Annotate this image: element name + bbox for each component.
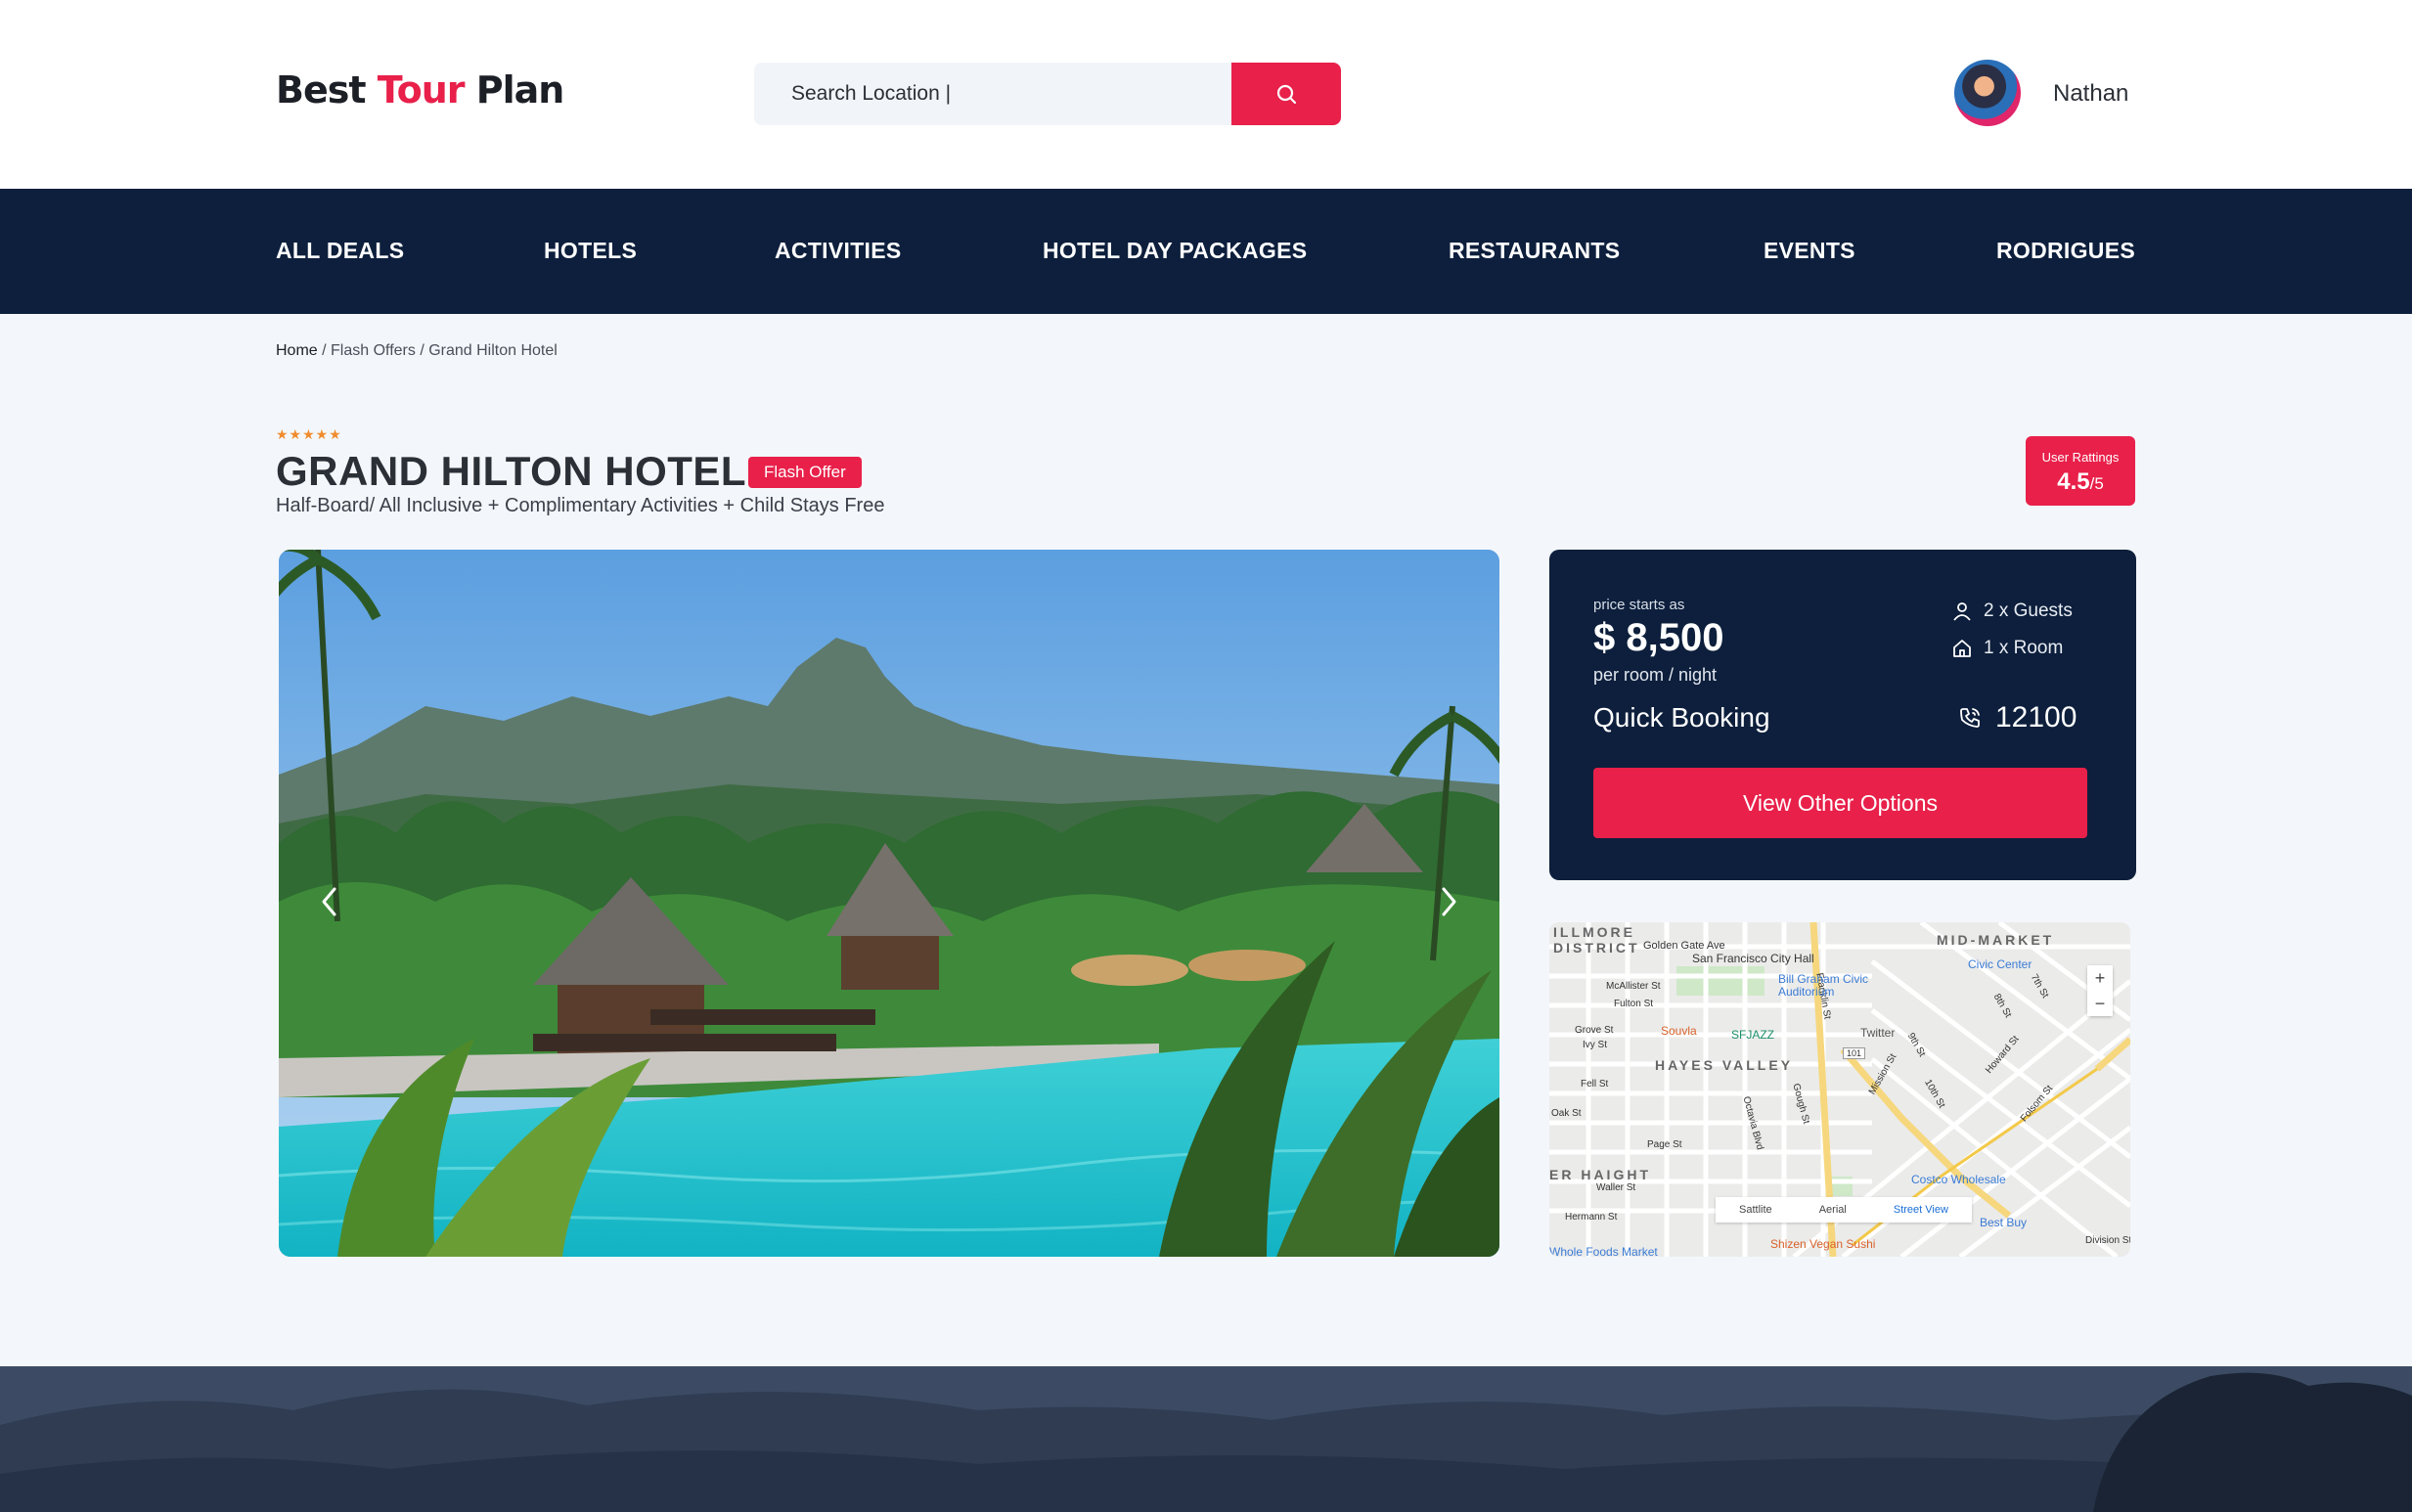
chevron-left-icon — [322, 887, 336, 916]
map-view-aerial[interactable]: Aerial — [1819, 1204, 1847, 1216]
user-icon — [1953, 602, 1971, 621]
map-view-street[interactable]: Street View — [1894, 1204, 1948, 1216]
user-rating-badge: User Rattings 4.5/5 — [2026, 436, 2135, 506]
map-area-label: DISTRICT — [1553, 940, 1640, 956]
logo-text-2: Plan — [464, 68, 565, 111]
breadcrumb-trail: / Flash Offers / Grand Hilton Hotel — [317, 342, 558, 359]
nav-item-events[interactable]: EVENTS — [1764, 238, 1855, 264]
logo-text-1: Best — [276, 68, 378, 111]
map-street-label: Division St — [2085, 1235, 2130, 1246]
map-poi-label[interactable]: Souvla — [1661, 1024, 1697, 1038]
page-title: GRAND HILTON HOTEL — [276, 448, 747, 494]
rating-label: User Rattings — [2041, 450, 2120, 465]
search-icon — [1276, 84, 1297, 105]
home-icon — [1953, 640, 1971, 657]
zoom-out-button[interactable]: − — [2087, 991, 2113, 1016]
map-poi-label[interactable]: SFJAZZ — [1731, 1028, 1774, 1042]
map-street-label: Waller St — [1596, 1182, 1636, 1193]
phone-icon — [1960, 708, 1980, 728]
search-bar — [754, 63, 1341, 125]
map-street-label: Fell St — [1581, 1079, 1609, 1090]
price-unit: per room / night — [1593, 665, 1718, 685]
nav-item-rodrigues[interactable]: RODRIGUES — [1996, 238, 2135, 264]
site-header: Best Tour Plan Nathan — [0, 0, 2412, 189]
map-poi-label[interactable]: Bill Graham Civic Auditorium — [1778, 973, 1896, 999]
hotel-photo-carousel[interactable] — [279, 550, 1499, 1257]
rooms-label: 1 x Room — [1984, 638, 2064, 658]
breadcrumb-home[interactable]: Home — [276, 342, 318, 359]
phone-value: 12100 — [1995, 701, 2077, 734]
nav-item-all-deals[interactable]: ALL DEALS — [276, 238, 404, 264]
mountain-banner — [0, 1366, 2412, 1512]
map-street-label: Ivy St — [1583, 1040, 1608, 1050]
view-other-options-button[interactable]: View Other Options — [1593, 768, 2087, 838]
search-input[interactable] — [754, 63, 1231, 125]
nav-item-restaurants[interactable]: RESTAURANTS — [1449, 238, 1620, 264]
guests-label: 2 x Guests — [1984, 600, 2073, 621]
user-name[interactable]: Nathan — [2053, 80, 2128, 108]
map-poi-label[interactable]: Twitter — [1860, 1026, 1895, 1040]
star-rating: ★★★★★ — [276, 426, 342, 442]
nav-item-activities[interactable]: ACTIVITIES — [775, 238, 902, 264]
rating-value: 4.5 — [2057, 468, 2090, 495]
map-area-label: MID-MARKET — [1937, 932, 2055, 948]
price-label: price starts as — [1593, 597, 1685, 613]
footer-hero-image — [0, 1366, 2412, 1512]
chevron-right-icon — [1442, 887, 1456, 916]
price-value: $ 8,500 — [1593, 616, 1724, 659]
nav-item-hotels[interactable]: HOTELS — [544, 238, 637, 264]
map-street-label: Grove St — [1575, 1025, 1614, 1036]
rating-value-wrap: 4.5/5 — [2026, 468, 2135, 496]
guests-selector[interactable]: 2 x Guests — [1952, 600, 2073, 622]
map-area-label: ILLMORE — [1553, 924, 1635, 940]
nav-item-hotel-day-packages[interactable]: HOTEL DAY PACKAGES — [1043, 238, 1307, 264]
flash-offer-badge: Flash Offer — [748, 457, 862, 488]
map-street-label: Fulton St — [1614, 999, 1654, 1009]
hotel-subtitle: Half-Board/ All Inclusive + Complimentar… — [276, 495, 885, 516]
carousel-prev-button[interactable] — [308, 872, 351, 931]
highway-shield: 101 — [1843, 1047, 1866, 1059]
avatar[interactable] — [1954, 60, 2021, 126]
map-street-label: Page St — [1647, 1139, 1682, 1150]
map-poi-label[interactable]: San Francisco City Hall — [1692, 952, 1814, 965]
hotel-photo — [279, 550, 1499, 1257]
phone-number[interactable]: 12100 — [1958, 701, 2077, 734]
rooms-selector[interactable]: 1 x Room — [1952, 638, 2063, 659]
logo[interactable]: Best Tour Plan — [276, 68, 565, 111]
map-street-label: Hermann St — [1565, 1212, 1618, 1223]
zoom-in-button[interactable]: + — [2087, 965, 2113, 991]
map-zoom-controls: + − — [2087, 965, 2113, 1016]
map-view-switcher: Sattlite Aerial Street View — [1716, 1197, 1972, 1223]
search-button[interactable] — [1231, 63, 1341, 125]
carousel-next-button[interactable] — [1427, 872, 1470, 931]
map-poi-label[interactable]: Costco Wholesale — [1911, 1173, 2006, 1186]
map-poi-label[interactable]: Civic Center — [1968, 957, 2032, 971]
quick-booking-label: Quick Booking — [1593, 702, 1770, 733]
map-poi-label[interactable]: Shizen Vegan Sushi — [1770, 1237, 1875, 1251]
breadcrumb: Home / Flash Offers / Grand Hilton Hotel — [276, 342, 558, 360]
booking-card: price starts as $ 8,500 per room / night… — [1549, 550, 2136, 880]
map-area-label: HAYES VALLEY — [1655, 1057, 1794, 1073]
map-poi-label[interactable]: Best Buy — [1980, 1216, 2027, 1229]
logo-text-accent: Tour — [377, 68, 466, 111]
map-poi-label[interactable]: Whole Foods Market — [1549, 1245, 1658, 1257]
rating-max: /5 — [2089, 474, 2104, 493]
map-area-label: ER HAIGHT — [1549, 1167, 1651, 1182]
main-nav: ALL DEALS HOTELS ACTIVITIES HOTEL DAY PA… — [0, 189, 2412, 314]
map-street-label: Golden Gate Ave — [1643, 940, 1725, 952]
map-street-label: McAllister St — [1606, 981, 1661, 992]
map-street-label: Oak St — [1551, 1108, 1582, 1119]
map-view-satellite[interactable]: Sattlite — [1739, 1204, 1772, 1216]
location-map[interactable]: ILLMORE DISTRICT MID-MARKET HAYES VALLEY… — [1549, 922, 2130, 1257]
